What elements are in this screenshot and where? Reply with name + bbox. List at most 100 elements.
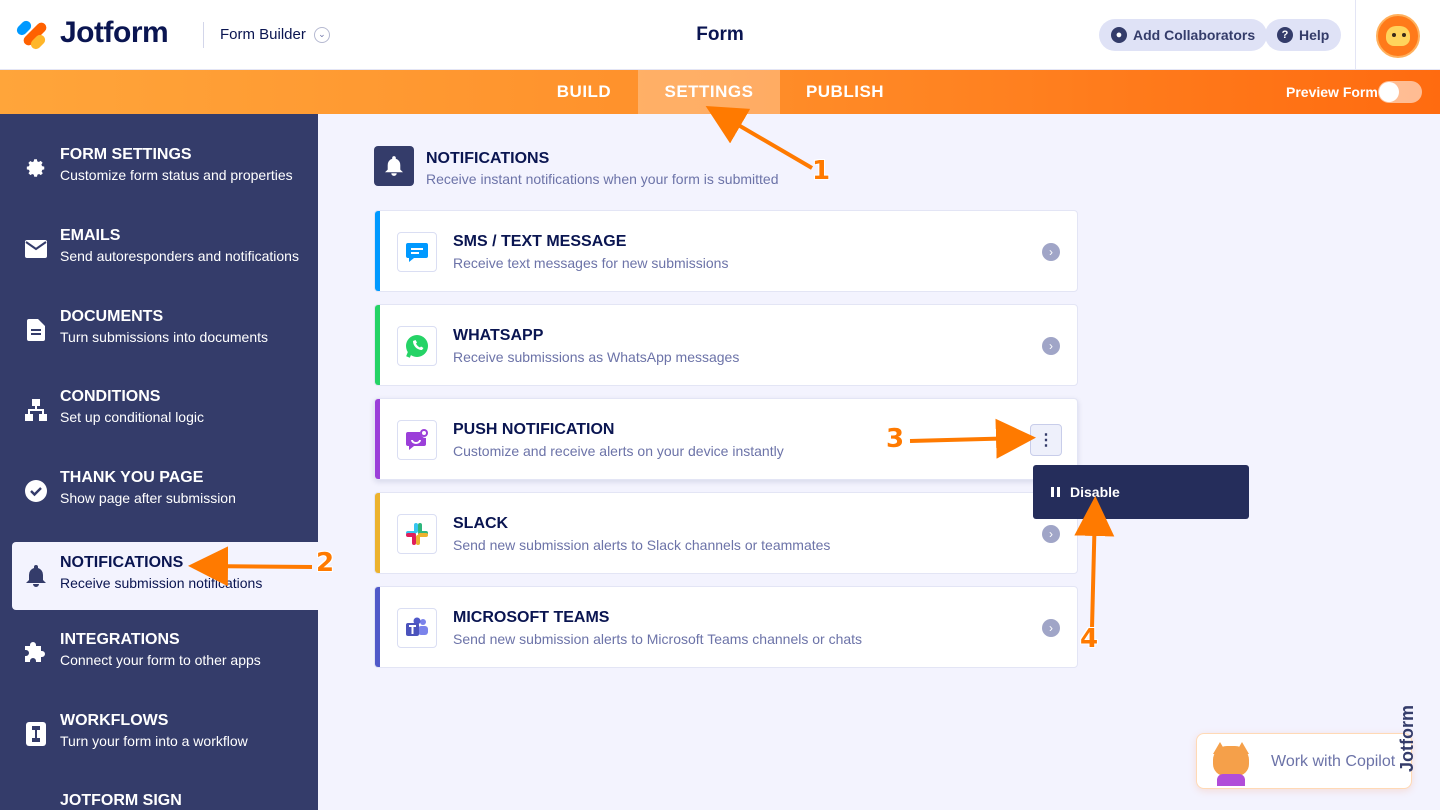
- sign-icon: [24, 802, 48, 810]
- slack-icon: [397, 514, 437, 554]
- user-icon: ●: [1111, 27, 1127, 43]
- notification-card-slack[interactable]: SLACK Send new submission alerts to Slac…: [374, 492, 1078, 574]
- card-title: SLACK: [453, 515, 509, 532]
- annotation-step-3: 3: [886, 424, 905, 454]
- puzzle-icon: [24, 641, 48, 665]
- avatar[interactable]: [1376, 14, 1420, 58]
- notification-card-whatsapp[interactable]: WHATSAPP Receive submissions as WhatsApp…: [374, 304, 1078, 386]
- sms-icon: [397, 232, 437, 272]
- sidebar-item-title: JOTFORM SIGN: [60, 792, 182, 809]
- sidebar-item-subtitle: Set up conditional logic: [60, 409, 204, 425]
- sidebar-item-subtitle: Receive submission notifications: [60, 575, 263, 591]
- sidebar-item-subtitle: Send autoresponders and notifications: [60, 248, 299, 264]
- sidebar-item-title: INTEGRATIONS: [60, 631, 180, 648]
- copilot-cat-icon: [1209, 740, 1253, 786]
- annotation-step-1: 1: [812, 156, 831, 186]
- pause-icon: [1051, 487, 1060, 497]
- card-title: MICROSOFT TEAMS: [453, 609, 610, 626]
- question-icon: ?: [1277, 27, 1293, 43]
- card-accent-bar: [375, 493, 380, 573]
- notification-card-teams[interactable]: MICROSOFT TEAMS Send new submission aler…: [374, 586, 1078, 668]
- header-separator: [1355, 0, 1356, 70]
- bell-icon: [374, 146, 414, 186]
- push-notification-icon: [397, 420, 437, 460]
- annotation-step-4: 4: [1080, 624, 1099, 654]
- sidebar-item-subtitle: Turn submissions into documents: [60, 329, 269, 345]
- disable-menu-item[interactable]: Disable: [1033, 465, 1249, 519]
- annotation-step-2: 2: [316, 548, 335, 578]
- tab-build[interactable]: BUILD: [530, 70, 638, 114]
- sidebar-item-form-settings[interactable]: FORM SETTINGS Customize form status and …: [12, 134, 318, 202]
- jotform-logo[interactable]: Jotform: [14, 16, 169, 52]
- chevron-right-icon[interactable]: ›: [1042, 619, 1060, 637]
- card-accent-bar: [375, 211, 380, 291]
- sidebar-item-notifications[interactable]: NOTIFICATIONS Receive submission notific…: [12, 542, 318, 610]
- card-subtitle: Receive submissions as WhatsApp messages: [453, 349, 740, 365]
- sidebar-item-jotform-sign[interactable]: JOTFORM SIGN: [12, 780, 318, 810]
- gear-icon: [24, 156, 48, 180]
- card-subtitle: Customize and receive alerts on your dev…: [453, 443, 784, 459]
- sidebar-item-workflows[interactable]: WORKFLOWS Turn your form into a workflow: [12, 700, 318, 768]
- sidebar-item-title: NOTIFICATIONS: [60, 554, 184, 571]
- preview-form-label: Preview Form: [1286, 84, 1378, 100]
- card-subtitle: Receive text messages for new submission…: [453, 255, 729, 271]
- sidebar-item-subtitle: Customize form status and properties: [60, 167, 293, 183]
- sidebar-item-title: WORKFLOWS: [60, 712, 169, 729]
- disable-label: Disable: [1070, 484, 1120, 500]
- sidebar-item-title: EMAILS: [60, 227, 121, 244]
- form-builder-dropdown[interactable]: Form Builder ⌄: [220, 26, 330, 43]
- sidebar-item-conditions[interactable]: CONDITIONS Set up conditional logic: [12, 376, 318, 444]
- workflow-icon: [24, 722, 48, 746]
- chevron-right-icon[interactable]: ›: [1042, 525, 1060, 543]
- notification-card-push[interactable]: PUSH NOTIFICATION Customize and receive …: [374, 398, 1078, 480]
- add-collaborators-button[interactable]: ● Add Collaborators: [1099, 19, 1268, 51]
- logo-text: Jotform: [60, 16, 169, 49]
- card-title: WHATSAPP: [453, 327, 544, 344]
- envelope-icon: [24, 237, 48, 261]
- bell-icon: [24, 564, 48, 588]
- card-subtitle: Send new submission alerts to Microsoft …: [453, 631, 863, 647]
- arrow-1: [705, 105, 814, 170]
- card-title: SMS / TEXT MESSAGE: [453, 233, 627, 250]
- sidebar-item-integrations[interactable]: INTEGRATIONS Connect your form to other …: [12, 619, 318, 687]
- watermark-text: Jotform: [1397, 705, 1417, 772]
- whatsapp-icon: [397, 326, 437, 366]
- section-subtitle: Receive instant notifications when your …: [426, 171, 779, 187]
- sidebar-item-subtitle: Connect your form to other apps: [60, 652, 261, 668]
- work-with-copilot-button[interactable]: Work with Copilot: [1196, 733, 1412, 789]
- jotform-watermark: Jotform: [1397, 690, 1436, 790]
- card-subtitle: Send new submission alerts to Slack chan…: [453, 537, 831, 553]
- preview-form-toggle[interactable]: [1378, 81, 1422, 103]
- sidebar-item-subtitle: Show page after submission: [60, 490, 236, 506]
- sidebar-item-thank-you-page[interactable]: THANK YOU PAGE Show page after submissio…: [12, 457, 318, 525]
- sidebar-item-documents[interactable]: DOCUMENTS Turn submissions into document…: [12, 296, 318, 364]
- more-options-button[interactable]: ⋮: [1030, 424, 1062, 456]
- sidebar-item-subtitle: Turn your form into a workflow: [60, 733, 248, 749]
- header-divider: [203, 22, 204, 48]
- notification-card-sms[interactable]: SMS / TEXT MESSAGE Receive text messages…: [374, 210, 1078, 292]
- chevron-right-icon[interactable]: ›: [1042, 243, 1060, 261]
- copilot-label: Work with Copilot: [1271, 753, 1396, 770]
- card-title: PUSH NOTIFICATION: [453, 421, 615, 438]
- arrow-4: [1074, 496, 1115, 629]
- sidebar-item-title: THANK YOU PAGE: [60, 469, 204, 486]
- sidebar-item-emails[interactable]: EMAILS Send autoresponders and notificat…: [12, 215, 318, 283]
- check-circle-icon: [24, 479, 48, 503]
- top-header: Jotform Form Builder ⌄ Form ● Add Collab…: [0, 0, 1440, 70]
- teams-icon: [397, 608, 437, 648]
- tab-settings[interactable]: SETTINGS: [638, 70, 780, 114]
- card-accent-bar: [375, 399, 380, 479]
- help-button[interactable]: ? Help: [1265, 19, 1342, 51]
- sidebar-item-title: FORM SETTINGS: [60, 146, 192, 163]
- settings-sidebar: FORM SETTINGS Customize form status and …: [0, 114, 318, 810]
- chevron-right-icon[interactable]: ›: [1042, 337, 1060, 355]
- help-label: Help: [1299, 27, 1330, 43]
- add-collaborators-label: Add Collaborators: [1133, 27, 1256, 43]
- conditions-icon: [24, 398, 48, 422]
- card-accent-bar: [375, 305, 380, 385]
- tab-publish[interactable]: PUBLISH: [780, 70, 910, 114]
- form-builder-label: Form Builder: [220, 26, 306, 43]
- card-accent-bar: [375, 587, 380, 667]
- jotform-logo-icon: [14, 17, 50, 52]
- section-title: NOTIFICATIONS: [426, 150, 550, 167]
